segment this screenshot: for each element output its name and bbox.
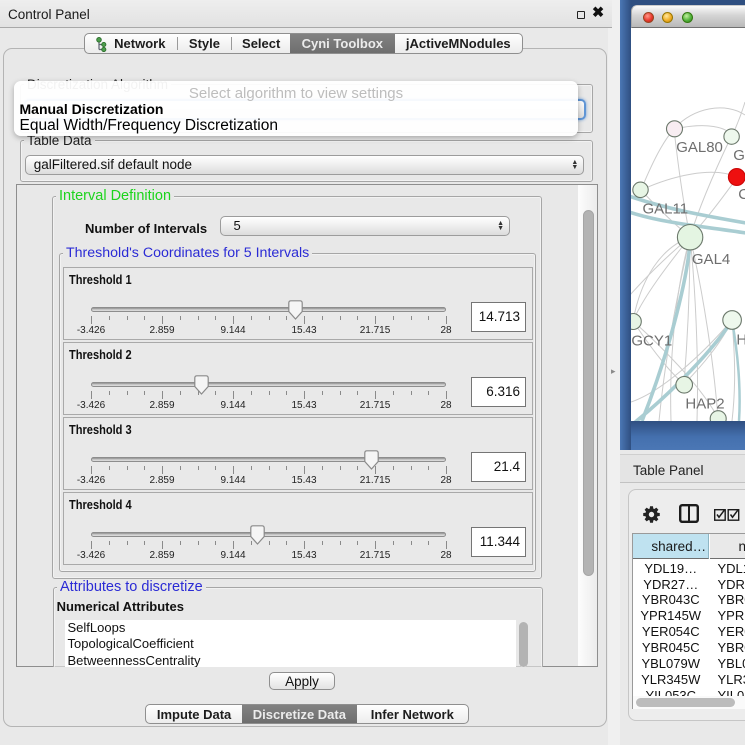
svg-text:H: H (736, 332, 745, 349)
svg-text:GAL80: GAL80 (676, 139, 723, 156)
svg-text:HAP2: HAP2 (685, 396, 724, 413)
svg-text:GAL4: GAL4 (692, 251, 730, 268)
svg-text:G.: G. (733, 147, 745, 164)
svg-text:GAL11: GAL11 (643, 201, 689, 218)
svg-text:C: C (738, 186, 745, 203)
svg-text:GCY1: GCY1 (631, 333, 672, 350)
